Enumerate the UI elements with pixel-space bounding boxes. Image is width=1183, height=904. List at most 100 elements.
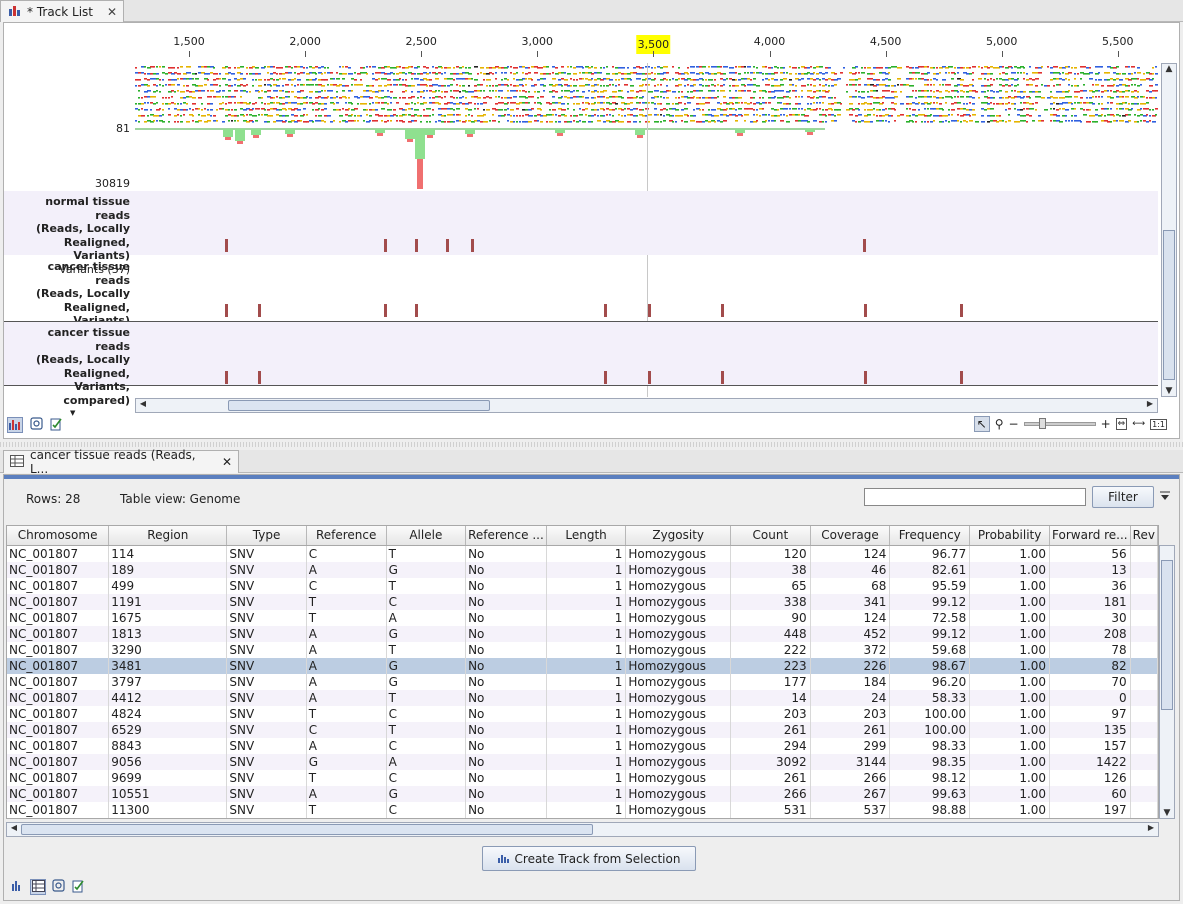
zoom-to-fit-icon[interactable]: ⇔ [1115,418,1128,430]
variant-marker[interactable] [603,371,607,384]
variant-marker[interactable] [225,371,229,384]
table-vertical-scrollbar[interactable]: ▼ [1159,545,1175,819]
track-view[interactable]: 1,500 2,000 2,500 3,000 3,500 4,000 4,500 5,000… [3,22,1180,439]
scroll-right-icon[interactable]: ▶ [1144,823,1158,832]
column-header[interactable]: Type [226,526,307,546]
table-row[interactable]: NC_001807 8843 SNV A C No 1 Homozygous 294 299 98.… [7,737,1158,754]
table-row[interactable]: NC_001807 3797 SNV A G No 1 Homozygous 177 184 96.… [7,673,1158,690]
table-row[interactable]: NC_001807 4824 SNV T C No 1 Homozygous 203 203 100… [7,705,1158,722]
variant-marker[interactable] [721,371,725,384]
table-row[interactable]: NC_001807 9699 SNV T C No 1 Homozygous 261 266 98.… [7,769,1158,786]
table-row[interactable]: NC_001807 1675 SNV T A No 1 Homozygous 90 124 72.5… [7,609,1158,626]
table-row[interactable]: NC_001807 1191 SNV T C No 1 Homozygous 338 341 99.… [7,593,1158,610]
column-header[interactable]: Rev [1130,526,1158,546]
track-horizontal-scrollbar[interactable]: ◀ ▶ [135,398,1158,413]
column-header[interactable]: Probability [969,526,1051,546]
scroll-left-icon[interactable]: ◀ [136,399,150,408]
variant-marker[interactable] [257,371,261,384]
tab-variant-table[interactable]: cancer tissue reads (Reads, L... ✕ [3,448,239,476]
variant-track[interactable]: cancer tissue reads (Reads, Locally Realig… [4,256,1158,341]
variant-track[interactable]: cancer tissue reads (Reads, Locally Realig… [4,321,1158,417]
variant-marker[interactable] [470,239,474,252]
table-row[interactable]: NC_001807 114 SNV C T No 1 Homozygous 120 124 96.7… [7,545,1158,562]
column-header[interactable]: Count [730,526,811,546]
table-cell: SNV [226,561,307,578]
variant-marker[interactable] [862,239,866,252]
settings-icon[interactable] [50,879,66,895]
table-horizontal-scrollbar[interactable]: ◀ ▶ [6,822,1159,837]
filter-menu-icon[interactable] [1159,490,1171,505]
track-label-line: cancer tissue reads [47,326,130,353]
table-row[interactable]: NC_001807 3290 SNV A T No 1 Homozygous 222 372 59.… [7,641,1158,658]
zoom-to-selection-icon[interactable]: ⟷ [1132,419,1145,429]
history-icon[interactable] [48,417,64,433]
variant-marker[interactable] [959,304,963,317]
column-header[interactable]: Reference [306,526,387,546]
variant-track[interactable]: normal tissue reads (Reads, Locally Realig… [4,191,1158,276]
zoom-slider[interactable] [1023,418,1096,429]
column-header[interactable]: Coverage [810,526,891,546]
table-row[interactable]: NC_001807 499 SNV C T No 1 Homozygous 65 68 95.59 1… [7,577,1158,594]
table-row[interactable]: NC_001807 1813 SNV A G No 1 Homozygous 448 452 99.… [7,625,1158,642]
scroll-thumb[interactable] [228,400,490,411]
variant-marker[interactable] [721,304,725,317]
variant-marker[interactable] [384,239,388,252]
scroll-down-icon[interactable]: ▼ [1162,386,1176,396]
table-row[interactable]: NC_001807 189 SNV A G No 1 Homozygous 38 46 82.61 1… [7,561,1158,578]
variant-marker[interactable] [415,239,419,252]
column-header[interactable]: Length [546,526,627,546]
filter-input[interactable] [864,488,1086,506]
zoom-to-base-icon[interactable]: 1:1 [1150,418,1167,430]
scroll-right-icon[interactable]: ▶ [1143,399,1157,408]
close-icon[interactable]: ✕ [222,455,232,469]
column-header[interactable]: Chromosome [7,526,110,546]
variant-marker[interactable] [415,304,419,317]
scroll-thumb[interactable] [1163,230,1175,380]
create-track-button[interactable]: Create Track from Selection [482,846,696,871]
variant-marker[interactable] [647,304,651,317]
variant-marker[interactable] [864,304,868,317]
variant-marker[interactable] [384,304,388,317]
filter-button[interactable]: Filter [1092,486,1154,508]
splitter[interactable] [0,442,1183,447]
table-row[interactable]: NC_001807 6529 SNV C T No 1 Homozygous 261 261 100… [7,721,1158,738]
column-header[interactable]: Region [108,526,228,546]
track-view-icon[interactable] [7,417,23,433]
table-row[interactable]: NC_001807 10551 SNV A G No 1 Homozygous 266 267 99… [7,785,1158,802]
scroll-thumb[interactable] [1161,560,1173,710]
variant-marker[interactable] [647,371,651,384]
track-view-icon[interactable] [10,879,26,895]
tab-track-list[interactable]: * Track List ✕ [0,0,124,22]
scroll-up-icon[interactable]: ▲ [1162,64,1176,74]
column-header[interactable]: Frequency [889,526,971,546]
variant-marker[interactable] [257,304,261,317]
column-header[interactable]: Reference ... [465,526,547,546]
zoom-in-mode-icon[interactable]: ⚲ [995,417,1004,431]
table-row[interactable]: NC_001807 11300 SNV T C No 1 Homozygous 531 537 98… [7,801,1158,818]
table-row[interactable]: NC_001807 9056 SNV G A No 1 Homozygous 3092 3144 9… [7,753,1158,770]
table-cell: 1.00 [969,737,1051,754]
variant-marker[interactable] [959,371,963,384]
column-header[interactable]: Zygosity [625,526,732,546]
variant-marker[interactable] [864,371,868,384]
scroll-down-icon[interactable]: ▼ [1160,808,1174,818]
history-icon[interactable] [70,879,86,895]
column-header[interactable]: Forward re... [1049,526,1131,546]
table-row[interactable]: NC_001807 4412 SNV A T No 1 Homozygous 14 24 58.33… [7,689,1158,706]
column-header[interactable]: Allele [386,526,467,546]
variant-marker[interactable] [603,304,607,317]
table-view-icon[interactable] [30,879,46,895]
zoom-in-icon[interactable]: + [1101,417,1111,431]
selection-mode-icon[interactable]: ↖ [973,416,990,432]
variant-marker[interactable] [225,239,229,252]
table-row[interactable]: NC_001807 3481 SNV A G No 1 Homozygous 223 226 98.… [7,657,1158,674]
scroll-left-icon[interactable]: ◀ [7,823,21,832]
variant-marker[interactable] [225,304,229,317]
settings-icon[interactable] [28,417,44,433]
zoom-out-icon[interactable]: − [1009,417,1019,431]
scroll-thumb[interactable] [21,824,593,835]
variant-marker[interactable] [446,239,450,252]
variant-table[interactable]: Chromosome Region Type Reference Allele Refer… [6,525,1159,819]
track-vertical-scrollbar[interactable]: ▲ ▼ [1161,63,1177,397]
close-icon[interactable]: ✕ [107,5,117,19]
